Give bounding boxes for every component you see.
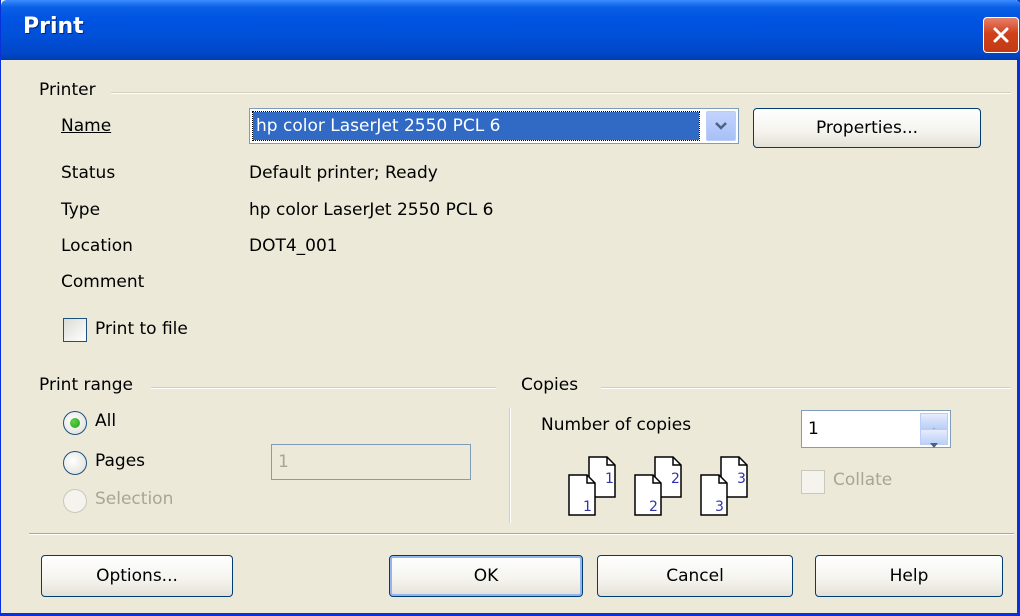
copies-group-line	[601, 387, 1011, 389]
location-label: Location	[61, 236, 133, 256]
name-label: Name	[61, 116, 112, 136]
close-button[interactable]	[983, 17, 1019, 53]
number-of-copies-value: 1	[808, 419, 819, 439]
all-label[interactable]: All	[95, 411, 116, 431]
printer-name-select[interactable]: hp color LaserJet 2550 PCL 6	[249, 108, 739, 144]
print-to-file-label[interactable]: Print to file	[95, 319, 188, 339]
spin-up-button[interactable]	[920, 413, 948, 433]
print-dialog: Print Printer Name hp color LaserJet 255…	[0, 0, 1020, 616]
selection-label[interactable]: Selection	[95, 489, 173, 509]
selection-radio[interactable]	[63, 489, 87, 513]
dialog-title: Print	[23, 14, 84, 39]
collate-back-number: 3	[737, 471, 746, 487]
spin-down-button[interactable]	[920, 429, 948, 448]
title-bar[interactable]: Print	[1, 0, 1020, 60]
help-button[interactable]: Help	[815, 555, 1003, 597]
pages-label[interactable]: Pages	[95, 451, 145, 471]
collate-pages-icon-3: 3 3	[699, 455, 759, 517]
type-value: hp color LaserJet 2550 PCL 6	[249, 200, 494, 220]
horizontal-separator	[29, 533, 1014, 535]
copies-group-label: Copies	[521, 375, 585, 395]
print-range-group-label: Print range	[39, 375, 139, 395]
properties-button[interactable]: Properties...	[753, 108, 981, 148]
cancel-button[interactable]: Cancel	[597, 555, 793, 597]
collate-back-number: 2	[671, 471, 680, 487]
printer-name-value: hp color LaserJet 2550 PCL 6	[252, 111, 700, 141]
location-value: DOT4_001	[249, 236, 338, 256]
status-label: Status	[61, 163, 116, 183]
print-range-group-line	[151, 387, 496, 389]
pages-input[interactable]: 1	[271, 444, 471, 480]
all-radio[interactable]	[63, 411, 87, 435]
number-of-copies-spinner[interactable]: 1	[801, 410, 951, 448]
pages-radio[interactable]	[63, 451, 87, 475]
spin-buttons[interactable]	[920, 413, 948, 448]
number-of-copies-label: Number of copies	[541, 415, 692, 435]
collate-back-number: 1	[605, 471, 614, 487]
chevron-down-icon	[715, 122, 727, 130]
ok-button[interactable]: OK	[389, 555, 583, 597]
collate-front-number: 2	[649, 499, 658, 515]
collate-pages-icon-1: 1 1	[567, 455, 627, 517]
collate-pages-icon-2: 2 2	[633, 455, 693, 517]
print-to-file-checkbox[interactable]	[63, 318, 87, 342]
options-button[interactable]: Options...	[41, 555, 233, 597]
chevron-down-icon	[930, 443, 938, 448]
dropdown-button[interactable]	[706, 111, 736, 141]
collate-front-number: 3	[715, 499, 724, 515]
type-label: Type	[61, 200, 101, 220]
close-icon	[993, 27, 1009, 43]
collate-checkbox[interactable]	[801, 470, 825, 494]
comment-label: Comment	[61, 272, 145, 292]
collate-front-number: 1	[583, 499, 592, 515]
collate-label[interactable]: Collate	[833, 470, 892, 490]
printer-group-line	[111, 92, 1011, 94]
printer-group-label: Printer	[39, 80, 102, 100]
vertical-separator	[509, 408, 511, 523]
status-value: Default printer; Ready	[249, 163, 438, 183]
